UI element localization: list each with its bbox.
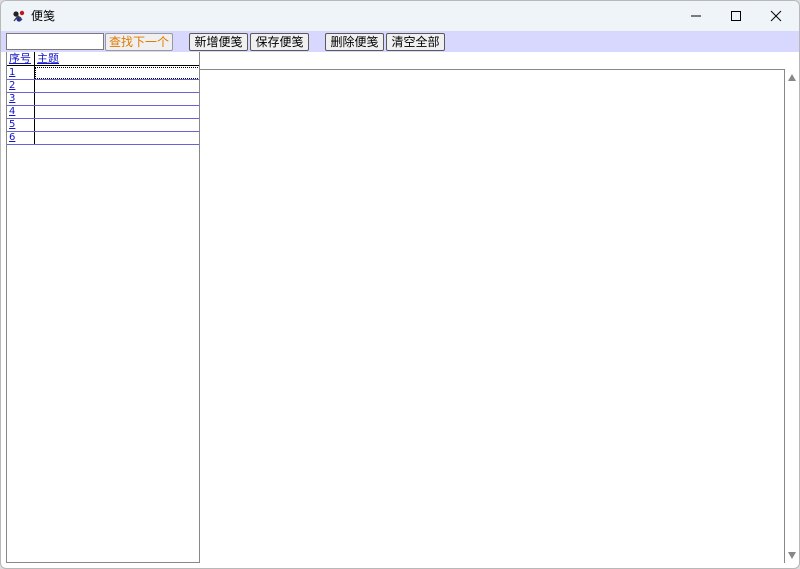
row-subject-cell[interactable] — [35, 80, 200, 92]
table-row[interactable]: 4 — [7, 106, 200, 119]
table-row[interactable]: 2 — [7, 80, 200, 93]
note-list-header: 序号 主题 — [7, 52, 200, 66]
find-next-button[interactable]: 查找下一个 — [105, 33, 173, 51]
clear-all-button[interactable]: 清空全部 — [386, 33, 445, 51]
row-index: 2 — [9, 80, 16, 91]
maximize-button[interactable] — [716, 1, 756, 31]
scroll-down-icon[interactable] — [788, 552, 796, 559]
table-row[interactable]: 3 — [7, 93, 200, 106]
search-input[interactable] — [6, 33, 104, 50]
table-row[interactable]: 1 — [7, 67, 200, 80]
row-index: 3 — [9, 93, 16, 104]
column-header-subject[interactable]: 主题 — [37, 52, 59, 66]
column-header-index[interactable]: 序号 — [9, 52, 31, 66]
editor-scrollbar[interactable] — [786, 70, 798, 563]
row-subject-cell[interactable] — [35, 67, 200, 79]
row-subject-cell[interactable] — [35, 119, 200, 131]
row-index: 1 — [9, 67, 16, 78]
row-subject-cell[interactable] — [35, 132, 200, 144]
row-subject-cell[interactable] — [35, 106, 200, 118]
table-row[interactable]: 6 — [7, 132, 200, 145]
delete-note-button[interactable]: 删除便笺 — [325, 33, 384, 51]
close-button[interactable] — [756, 1, 796, 31]
note-list[interactable]: 序号 主题 1 2 3 4 5 6 — [6, 52, 200, 563]
row-index: 6 — [9, 132, 16, 143]
close-icon — [770, 10, 782, 22]
toolbar: 查找下一个 新增便笺 保存便笺 删除便笺 清空全部 — [1, 31, 799, 52]
notes-window: 便笺 查找下一个 新增便笺 保存便笺 删除便笺 清空全部 序号 主题 1 2 3… — [0, 0, 800, 569]
table-row[interactable]: 5 — [7, 119, 200, 132]
row-subject-cell[interactable] — [35, 93, 200, 105]
maximize-icon — [731, 11, 741, 21]
window-title: 便笺 — [31, 9, 56, 23]
note-editor[interactable] — [200, 70, 785, 563]
minimize-icon — [691, 15, 701, 17]
minimize-button[interactable] — [676, 1, 716, 31]
app-notes-icon — [13, 10, 25, 22]
row-index: 5 — [9, 119, 16, 130]
save-note-button[interactable]: 保存便笺 — [250, 33, 309, 51]
row-index: 4 — [9, 106, 16, 117]
scroll-up-icon[interactable] — [788, 74, 796, 81]
title-bar: 便笺 — [1, 1, 799, 31]
note-subject-bar — [200, 52, 785, 70]
new-note-button[interactable]: 新增便笺 — [189, 33, 248, 51]
